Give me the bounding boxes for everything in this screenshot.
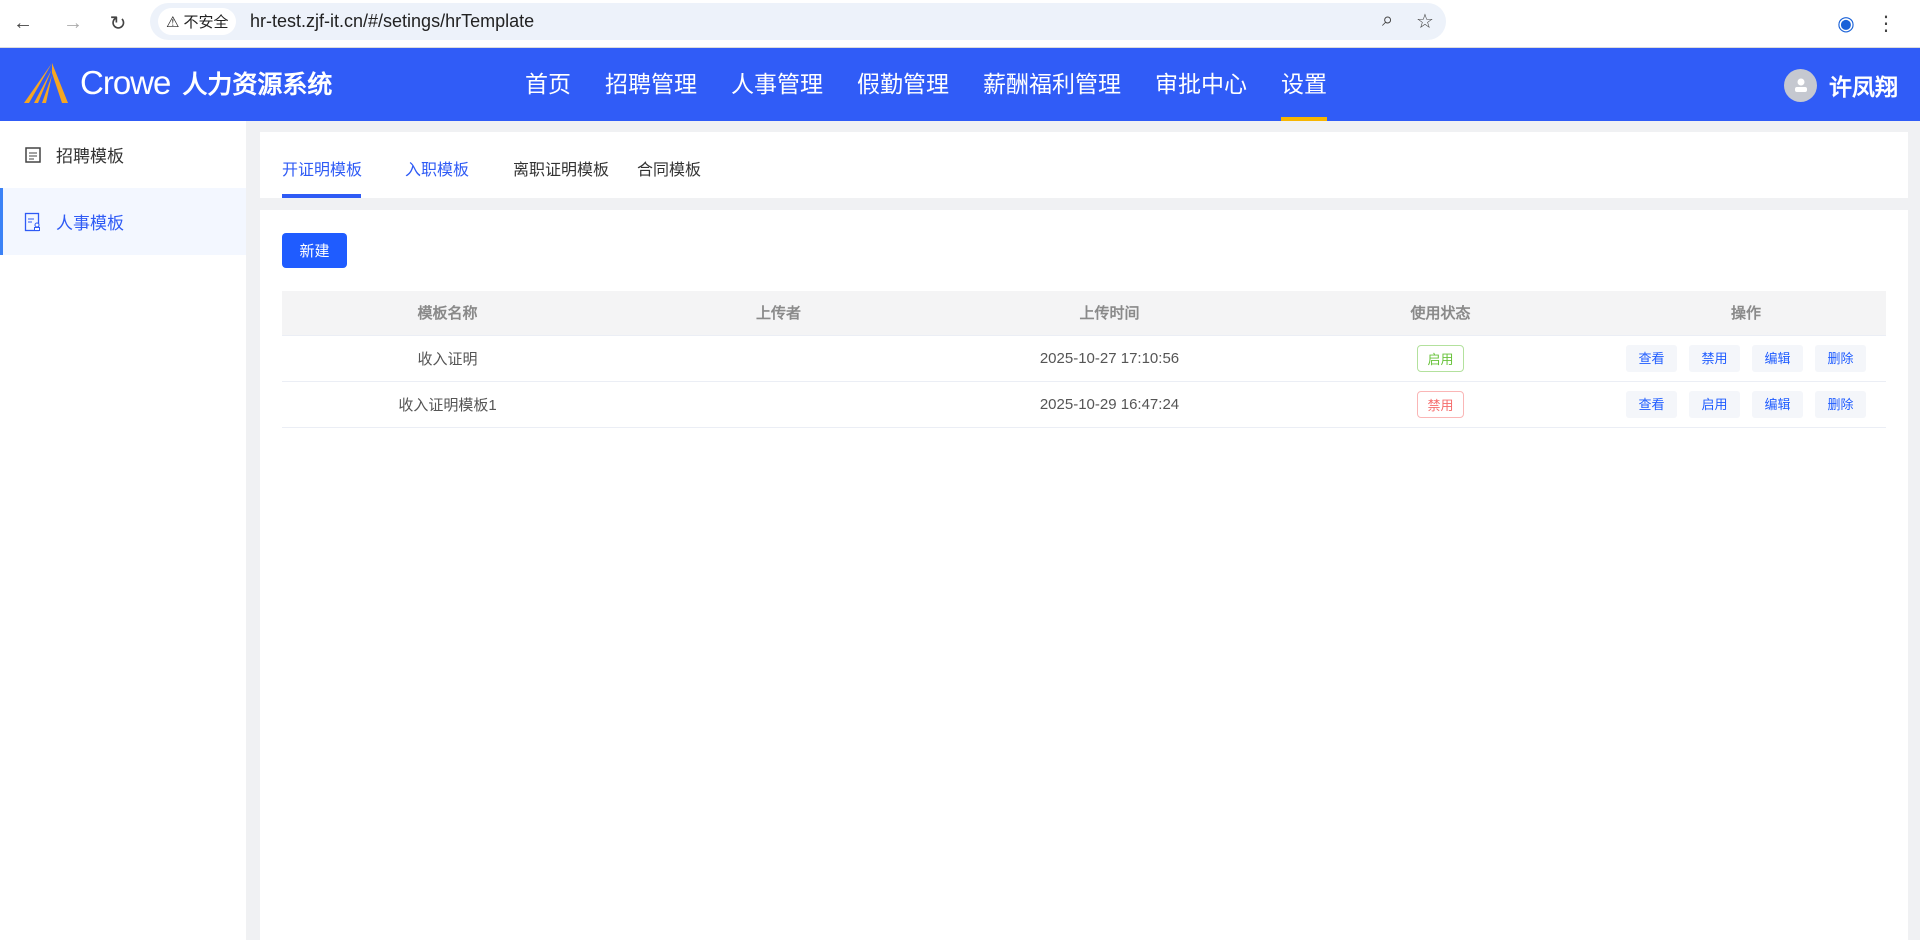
status-badge: 启用 (1417, 345, 1463, 372)
tab-certificate-template[interactable]: 开证明模板 (282, 156, 362, 180)
upload-time: 2025-10-29 16:47:24 (944, 381, 1275, 427)
enable-button[interactable]: 启用 (1689, 391, 1740, 418)
scrollbar[interactable] (1908, 121, 1920, 940)
back-icon[interactable]: ← (10, 10, 36, 36)
actions-cell: 查看禁用编辑删除 (1606, 335, 1886, 381)
nav-attendance[interactable]: 假勤管理 (857, 48, 949, 121)
template-table: 模板名称 上传者 上传时间 使用状态 操作 收入证明 2025-10-27 17… (282, 291, 1886, 428)
upload-time: 2025-10-27 17:10:56 (944, 335, 1275, 381)
nav-home[interactable]: 首页 (525, 48, 571, 121)
active-tab-indicator (282, 194, 361, 198)
sidebar-item-label: 招聘模板 (56, 142, 124, 167)
reload-icon[interactable]: ↻ (105, 10, 131, 36)
personnel-document-icon (24, 212, 42, 232)
warning-icon: ⚠ (166, 13, 179, 31)
uploader (613, 381, 944, 427)
status-cell: 禁用 (1275, 381, 1606, 427)
sidebar-item-label: 人事模板 (56, 209, 124, 234)
nav-recruitment[interactable]: 招聘管理 (605, 48, 697, 121)
tab-onboarding-template[interactable]: 入职模板 (405, 156, 469, 180)
app-header: Crowe 人力资源系统 首页 招聘管理 人事管理 假勤管理 薪酬福利管理 审批… (0, 48, 1920, 121)
main-nav: 首页 招聘管理 人事管理 假勤管理 薪酬福利管理 审批中心 设置 (525, 48, 1327, 121)
column-header: 上传者 (613, 291, 944, 335)
template-list-card: 新建 模板名称 上传者 上传时间 使用状态 操作 收入证明 2025-10-27… (260, 210, 1908, 940)
nav-settings[interactable]: 设置 (1281, 48, 1327, 121)
address-bar[interactable]: ⚠不安全 hr-test.zjf-it.cn/#/setings/hrTempl… (150, 3, 1446, 40)
column-header: 操作 (1606, 291, 1886, 335)
table-row: 收入证明模板1 2025-10-29 16:47:24 禁用 查看启用编辑删除 (282, 381, 1886, 427)
status-badge: 禁用 (1417, 391, 1463, 418)
sidebar: 招聘模板 人事模板 (0, 121, 246, 940)
star-icon[interactable]: ☆ (1416, 9, 1434, 34)
tab-resignation-template[interactable]: 离职证明模板 (513, 156, 609, 180)
crowe-logo-icon (22, 61, 70, 105)
nav-approval[interactable]: 审批中心 (1155, 48, 1247, 121)
actions-cell: 查看启用编辑删除 (1606, 381, 1886, 427)
forward-icon[interactable]: → (60, 10, 86, 36)
disable-button[interactable]: 禁用 (1689, 345, 1740, 372)
nav-personnel[interactable]: 人事管理 (731, 48, 823, 121)
sidebar-item-hr-template[interactable]: 人事模板 (0, 188, 246, 255)
delete-button[interactable]: 删除 (1815, 345, 1866, 372)
url-text[interactable]: hr-test.zjf-it.cn/#/setings/hrTemplate (250, 11, 534, 32)
delete-button[interactable]: 删除 (1815, 391, 1866, 418)
template-tabs: 开证明模板 入职模板 离职证明模板 合同模板 (260, 132, 1908, 198)
avatar (1784, 69, 1817, 102)
browser-toolbar: ← → ↻ ⚠不安全 hr-test.zjf-it.cn/#/setings/h… (0, 0, 1920, 48)
profile-icon[interactable]: ◉ (1833, 10, 1859, 36)
document-icon (24, 146, 42, 164)
table-row: 收入证明 2025-10-27 17:10:56 启用 查看禁用编辑删除 (282, 335, 1886, 381)
new-button[interactable]: 新建 (282, 233, 347, 268)
menu-icon[interactable]: ⋮ (1873, 10, 1899, 36)
column-header: 使用状态 (1275, 291, 1606, 335)
view-button[interactable]: 查看 (1626, 391, 1677, 418)
view-button[interactable]: 查看 (1626, 345, 1677, 372)
logo[interactable]: Crowe 人力资源系统 (22, 61, 332, 105)
tab-contract-template[interactable]: 合同模板 (637, 156, 701, 180)
status-cell: 启用 (1275, 335, 1606, 381)
user-name: 许凤翔 (1829, 68, 1898, 102)
column-header: 模板名称 (282, 291, 613, 335)
security-indicator[interactable]: ⚠不安全 (158, 8, 236, 35)
sidebar-item-recruitment-template[interactable]: 招聘模板 (0, 121, 246, 188)
security-label: 不安全 (183, 11, 228, 32)
user-menu[interactable]: 许凤翔 (1784, 68, 1898, 102)
edit-button[interactable]: 编辑 (1752, 391, 1803, 418)
template-name: 收入证明 (282, 335, 613, 381)
brand-name: Crowe (80, 64, 170, 102)
system-name: 人力资源系统 (182, 65, 332, 101)
nav-payroll[interactable]: 薪酬福利管理 (983, 48, 1121, 121)
column-header: 上传时间 (944, 291, 1275, 335)
edit-button[interactable]: 编辑 (1752, 345, 1803, 372)
template-name: 收入证明模板1 (282, 381, 613, 427)
zoom-icon[interactable]: ⌕ (1382, 9, 1393, 32)
user-icon (1793, 77, 1809, 93)
uploader (613, 335, 944, 381)
